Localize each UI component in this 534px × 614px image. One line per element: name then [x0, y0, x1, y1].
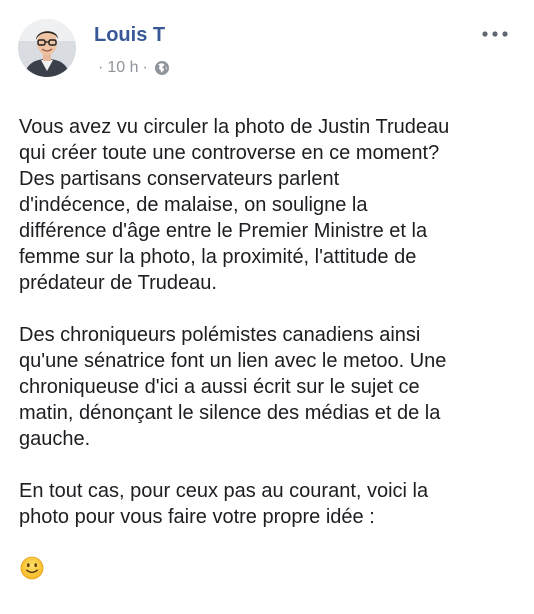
- post-timestamp[interactable]: 10 h: [107, 59, 138, 77]
- more-options-icon: [482, 31, 508, 37]
- more-options-button[interactable]: [478, 24, 512, 44]
- post-meta: · 10 h ·: [94, 58, 170, 78]
- post-paragraph: En tout cas, pour ceux pas au courant, v…: [19, 480, 429, 528]
- globe-icon[interactable]: [154, 60, 170, 76]
- feed-post: Louis T · 10 h · Vous avez vu circuler l…: [0, 0, 534, 614]
- slightly-smiling-face-icon: [20, 556, 44, 580]
- post-text: Vous avez vu circuler la photo de Justin…: [19, 114, 519, 556]
- meta-separator: ·: [98, 59, 104, 76]
- post-paragraph: Vous avez vu circuler la photo de Justin…: [19, 116, 450, 294]
- author-name[interactable]: Louis T: [94, 23, 165, 47]
- profile-photo: [18, 19, 76, 77]
- post-paragraph: Des chroniqueurs polémistes canadiens ai…: [19, 324, 447, 450]
- meta-separator: ·: [142, 59, 148, 76]
- avatar[interactable]: [18, 19, 76, 77]
